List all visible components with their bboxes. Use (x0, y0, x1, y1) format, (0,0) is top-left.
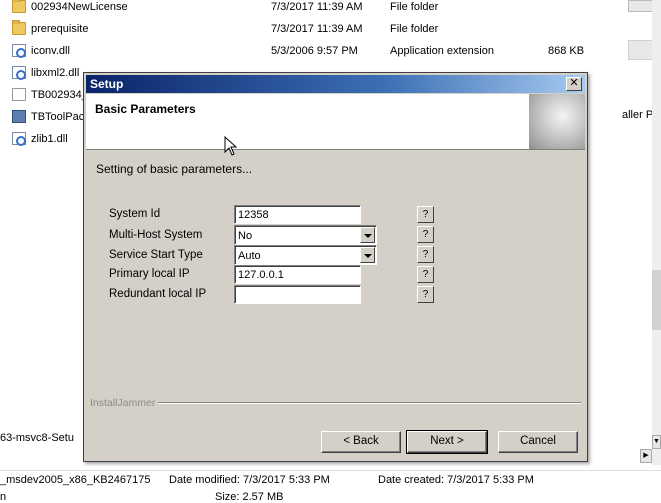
primary-ip-help-button[interactable]: ? (417, 266, 434, 283)
multi-host-help-button[interactable]: ? (417, 226, 434, 243)
header-banner-image (529, 94, 585, 149)
file-name: 63-msvc8-Setu (0, 432, 74, 444)
file-type: File folder (390, 1, 439, 13)
system-id-field[interactable]: 12358 (234, 205, 361, 224)
close-button[interactable]: ✕ (566, 77, 582, 91)
installer-brand-separator: InstallJammer (90, 397, 581, 409)
page-title: Basic Parameters (95, 102, 196, 116)
dialog-titlebar[interactable]: Setup ✕ (86, 75, 585, 93)
file-name: TB002934_ (31, 89, 88, 101)
service-start-help-button[interactable]: ? (417, 246, 434, 263)
file-date: 7/3/2017 11:39 AM (271, 1, 363, 13)
details-fragment: n (0, 491, 7, 503)
chevron-down-icon[interactable] (360, 227, 375, 243)
service-start-value: Auto (238, 250, 261, 262)
file-row[interactable]: 63-msvc8-Setu (0, 427, 84, 449)
redundant-ip-field[interactable] (234, 285, 361, 304)
file-name: libxml2.dll (31, 67, 80, 79)
file-row[interactable]: prerequisite 7/3/2017 11:39 AM File fold… (0, 18, 600, 40)
scroll-right-arrow-icon[interactable]: ▶ (640, 449, 652, 463)
folder-icon (12, 0, 26, 13)
header-panel: Basic Parameters (86, 94, 585, 150)
details-date-modified: Date modified: 7/3/2017 5:33 PM (169, 474, 330, 486)
file-name: prerequisite (31, 23, 89, 35)
chevron-down-icon[interactable] (360, 247, 375, 263)
file-date: 7/3/2017 11:39 AM (271, 23, 363, 35)
dialog-title: Setup (90, 77, 124, 91)
scrollbar-thumb[interactable] (652, 270, 661, 330)
help-icon: ? (422, 229, 429, 240)
help-icon: ? (422, 289, 429, 300)
multi-host-select[interactable]: No (234, 225, 377, 245)
file-row[interactable]: iconv.dll 5/3/2006 9:57 PM Application e… (0, 40, 600, 62)
file-row[interactable]: 002934NewLicense 7/3/2017 11:39 AM File … (0, 0, 600, 18)
service-start-select[interactable]: Auto (234, 245, 377, 265)
help-icon: ? (422, 209, 429, 220)
file-name: 002934NewLicense (31, 1, 128, 13)
multi-host-value: No (238, 230, 253, 242)
file-size: 868 KB (548, 45, 585, 57)
dll-icon (12, 44, 26, 58)
folder-icon (12, 20, 26, 35)
cancel-button[interactable]: Cancel (498, 431, 578, 453)
system-id-label: System Id (109, 208, 161, 220)
setup-dialog: Setup ✕ Basic Parameters Setting of basi… (83, 72, 588, 462)
scroll-down-arrow-icon[interactable]: ▼ (652, 435, 661, 449)
details-size: Size: 2.57 MB (215, 491, 284, 503)
multi-host-label: Multi-Host System (109, 229, 203, 241)
file-type: Application extension (390, 45, 494, 57)
redundant-ip-help-button[interactable]: ? (417, 286, 434, 303)
service-start-label: Service Start Type (109, 249, 203, 261)
back-button[interactable]: < Back (321, 431, 401, 453)
vertical-scrollbar[interactable] (652, 0, 661, 465)
file-type: File folder (390, 23, 439, 35)
preview-pane-text: aller P (622, 109, 654, 121)
mouse-pointer-icon (224, 136, 238, 156)
help-icon: ? (422, 249, 429, 260)
primary-ip-label: Primary local IP (109, 268, 190, 280)
file-date: 5/3/2006 9:57 PM (271, 45, 358, 57)
redundant-ip-label: Redundant local IP (109, 288, 207, 300)
next-button[interactable]: Next > (406, 430, 488, 454)
details-pane: _msdev2005_x86_KB2467175 Date modified: … (0, 470, 661, 503)
file-name: iconv.dll (31, 45, 70, 57)
document-icon (12, 88, 26, 101)
intro-text: Setting of basic parameters... (96, 162, 253, 176)
dll-icon (12, 132, 26, 146)
dll-icon (12, 66, 26, 80)
close-icon: ✕ (569, 77, 579, 89)
system-id-help-button[interactable]: ? (417, 206, 434, 223)
details-filename: _msdev2005_x86_KB2467175 (0, 474, 151, 486)
installer-brand: InstallJammer (90, 397, 159, 409)
file-name: zlib1.dll (31, 133, 68, 145)
application-icon (12, 110, 26, 123)
separator-line (90, 402, 581, 404)
file-name: TBToolPack (31, 111, 90, 123)
primary-ip-field[interactable]: 127.0.0.1 (234, 265, 361, 284)
details-date-created: Date created: 7/3/2017 5:33 PM (378, 474, 534, 486)
help-icon: ? (422, 269, 429, 280)
